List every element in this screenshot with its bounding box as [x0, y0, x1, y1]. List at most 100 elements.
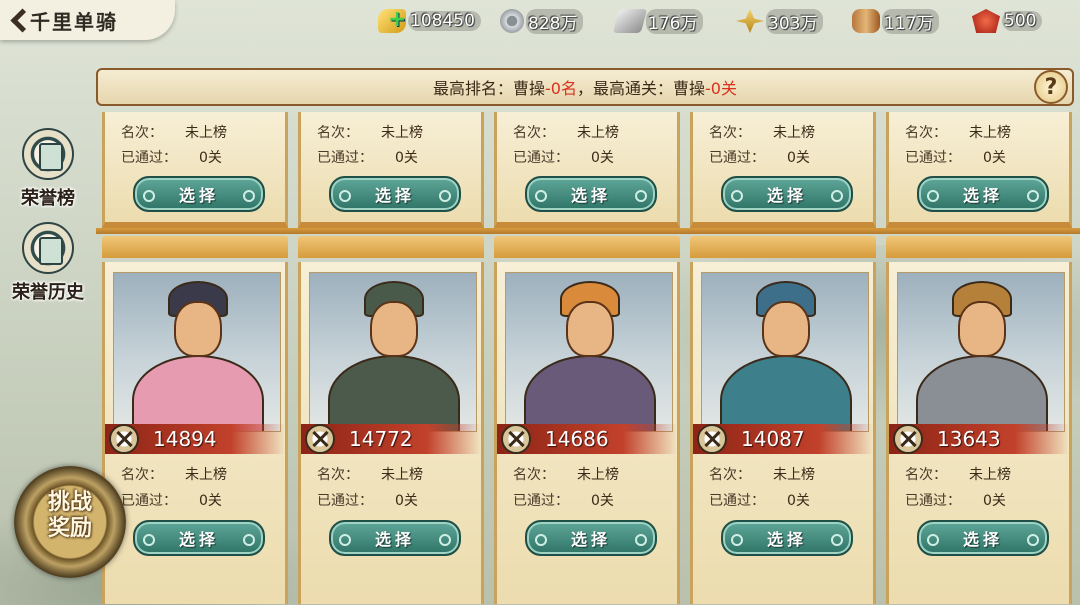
wood-log-icon	[852, 9, 880, 33]
challenge-reward-button[interactable]: 挑战 奖励	[4, 448, 132, 588]
rank-label: 名次：	[709, 467, 751, 483]
hero-portrait	[897, 272, 1065, 432]
rank-value: 未上榜	[577, 467, 619, 483]
pass-value: 0关	[787, 493, 810, 509]
rank-value: 未上榜	[381, 467, 423, 483]
pass-label: 已通过：	[121, 150, 177, 166]
select-button[interactable]: 选择	[525, 176, 657, 212]
card-header-strip	[886, 236, 1072, 258]
power-value: 14087	[741, 427, 805, 451]
pass-value: 0关	[983, 493, 1006, 509]
power-bar: 14087	[693, 424, 873, 454]
select-button[interactable]: 选择	[721, 520, 853, 556]
power-value: 14894	[153, 427, 217, 451]
hero-card[interactable]: 14772 名次： 未上榜 已通过： 0关 选择	[298, 262, 484, 604]
card-header-strip	[102, 236, 288, 258]
card-header-strip	[494, 236, 680, 258]
select-button[interactable]: 选择	[133, 520, 265, 556]
hero-face	[174, 301, 222, 357]
banner-rank-label: 最高排名：曹操	[433, 79, 546, 98]
select-button[interactable]: 选择	[721, 176, 853, 212]
rank-line: 名次： 未上榜	[709, 464, 815, 484]
row-divider	[96, 228, 1080, 234]
pass-value: 0关	[591, 493, 614, 509]
rank-label: 名次：	[905, 125, 947, 141]
rank-value: 未上榜	[185, 467, 227, 483]
resource-gold-value: 108450	[408, 11, 481, 31]
pass-label: 已通过：	[317, 493, 373, 509]
hero-face	[762, 301, 810, 357]
gold-ingot-plus-icon[interactable]	[378, 7, 406, 33]
hero-card[interactable]: 13643 名次： 未上榜已通过： 0关选择	[886, 262, 1072, 604]
hero-card[interactable]: 14686 名次： 未上榜 已通过： 0关 选择	[494, 262, 680, 604]
page-title: 千里单骑	[30, 9, 118, 34]
crossed-swords-icon	[501, 424, 531, 454]
power-value: 14686	[545, 427, 609, 451]
select-button[interactable]: 选择	[917, 176, 1049, 212]
card-header-strip	[690, 236, 876, 258]
pass-value: 0关	[395, 150, 418, 166]
back-arrow-icon[interactable]	[0, 0, 30, 40]
rank-label: 名次：	[121, 125, 163, 141]
power-bar: 14894	[105, 424, 285, 454]
crossed-swords-icon	[893, 424, 923, 454]
rank-label: 名次：	[709, 125, 751, 141]
rank-line: 名次： 未上榜	[121, 122, 227, 142]
pass-line: 已通过： 0关	[513, 490, 614, 510]
rank-value: 未上榜	[969, 125, 1011, 141]
pass-label: 已通过：	[513, 150, 569, 166]
pass-label: 已通过：	[905, 150, 961, 166]
rank-value: 未上榜	[577, 125, 619, 141]
hero-portrait	[113, 272, 281, 432]
pass-line: 已通过： 0关	[513, 147, 614, 167]
rank-value: 未上榜	[773, 125, 815, 141]
rank-line: 名次： 未上榜	[709, 122, 815, 142]
rank-label: 名次：	[513, 125, 555, 141]
banner-rank-value: -0名	[545, 79, 577, 98]
power-bar: 14686	[497, 424, 677, 454]
resource-wood-value: 117万	[882, 8, 940, 34]
resource-gold[interactable]: 108450	[378, 7, 481, 34]
side-item-honor-list[interactable]: 荣誉榜	[0, 128, 96, 210]
resource-token: 500	[972, 8, 1043, 34]
resource-copper-value: 828万	[526, 8, 584, 34]
pass-value: 0关	[983, 150, 1006, 166]
pass-label: 已通过：	[513, 493, 569, 509]
help-button[interactable]: ?	[1034, 70, 1068, 104]
rank-line: 名次： 未上榜	[905, 464, 1011, 484]
select-button[interactable]: 选择	[917, 520, 1049, 556]
resource-iron: 176万	[612, 8, 704, 34]
power-value: 13643	[937, 427, 1001, 451]
side-item-honor-history[interactable]: 荣誉历史	[0, 222, 96, 304]
honor-history-icon[interactable]	[22, 222, 74, 274]
power-bar: 14772	[301, 424, 481, 454]
rank-label: 名次：	[905, 467, 947, 483]
hero-card[interactable]: 14087 名次： 未上榜 已通过： 0关 选择	[690, 262, 876, 604]
top-card: 名次： 未上榜 已通过： 0关 选择	[298, 112, 484, 228]
hero-portrait	[505, 272, 673, 432]
select-button[interactable]: 选择	[525, 520, 657, 556]
hero-armor	[720, 355, 852, 431]
hero-face	[958, 301, 1006, 357]
rank-value: 未上榜	[381, 125, 423, 141]
rank-line: 名次： 未上榜	[121, 464, 227, 484]
power-value: 14772	[349, 427, 413, 451]
hero-portrait	[309, 272, 477, 432]
resource-grain: 303万	[736, 8, 824, 34]
token-badge-icon	[972, 9, 1000, 33]
pass-line: 已通过： 0关	[317, 490, 418, 510]
coin-icon	[500, 9, 524, 33]
card-header-strip	[298, 236, 484, 258]
crossed-swords-icon	[697, 424, 727, 454]
rank-line: 名次： 未上榜	[513, 122, 619, 142]
rank-line: 名次： 未上榜	[317, 122, 423, 142]
honor-scroll-icon[interactable]	[22, 128, 74, 180]
select-button[interactable]: 选择	[329, 520, 461, 556]
select-button[interactable]: 选择	[133, 176, 265, 212]
pass-label: 已通过：	[905, 493, 961, 509]
top-card: 名次： 未上榜 已通过： 0关 选择	[886, 112, 1072, 228]
rank-label: 名次：	[317, 125, 359, 141]
hero-face	[370, 301, 418, 357]
power-bar: 13643	[889, 424, 1069, 454]
select-button[interactable]: 选择	[329, 176, 461, 212]
